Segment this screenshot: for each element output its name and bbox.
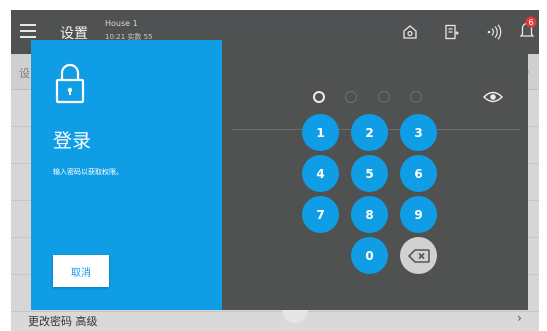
key-1[interactable]: 1 xyxy=(302,114,339,151)
key-3[interactable]: 3 xyxy=(400,114,437,151)
lock-icon xyxy=(55,63,85,104)
login-hint: 输入密码以获取权限。 xyxy=(53,168,123,176)
notification-count: 6 xyxy=(528,18,533,27)
key-7[interactable]: 7 xyxy=(302,196,339,233)
document-icon[interactable] xyxy=(444,24,459,40)
device-name: House 1 xyxy=(105,19,138,28)
chevron-right-icon: › xyxy=(517,311,522,325)
key-5[interactable]: 5 xyxy=(351,155,388,192)
key-0[interactable]: 0 xyxy=(351,237,388,274)
login-dialog: 登录 输入密码以获取权限。 取消 1 2 3 4 5 6 7 8 9 0 xyxy=(31,40,528,310)
key-4[interactable]: 4 xyxy=(302,155,339,192)
wireless-icon[interactable] xyxy=(485,24,503,40)
key-2[interactable]: 2 xyxy=(351,114,388,151)
backspace-icon xyxy=(407,248,430,263)
menu-icon[interactable] xyxy=(20,24,36,38)
pin-dot xyxy=(378,91,390,103)
key-8[interactable]: 8 xyxy=(351,196,388,233)
cancel-button[interactable]: 取消 xyxy=(53,255,109,287)
pin-dot xyxy=(410,91,422,103)
pin-dot xyxy=(345,91,357,103)
change-password-item[interactable]: 更改密码 高级 xyxy=(28,313,98,329)
eye-icon[interactable] xyxy=(483,90,503,104)
bell-icon[interactable]: 6 xyxy=(517,16,537,42)
keypad-panel: 1 2 3 4 5 6 7 8 9 0 xyxy=(222,40,528,310)
login-title: 登录 xyxy=(53,130,92,152)
key-9[interactable]: 9 xyxy=(400,196,437,233)
home-icon[interactable] xyxy=(402,24,418,40)
key-6[interactable]: 6 xyxy=(400,155,437,192)
login-info-panel: 登录 输入密码以获取权限。 取消 xyxy=(31,40,222,310)
search-label: 设 xyxy=(19,67,30,80)
pin-dot xyxy=(313,91,325,103)
backspace-button[interactable] xyxy=(400,237,437,274)
